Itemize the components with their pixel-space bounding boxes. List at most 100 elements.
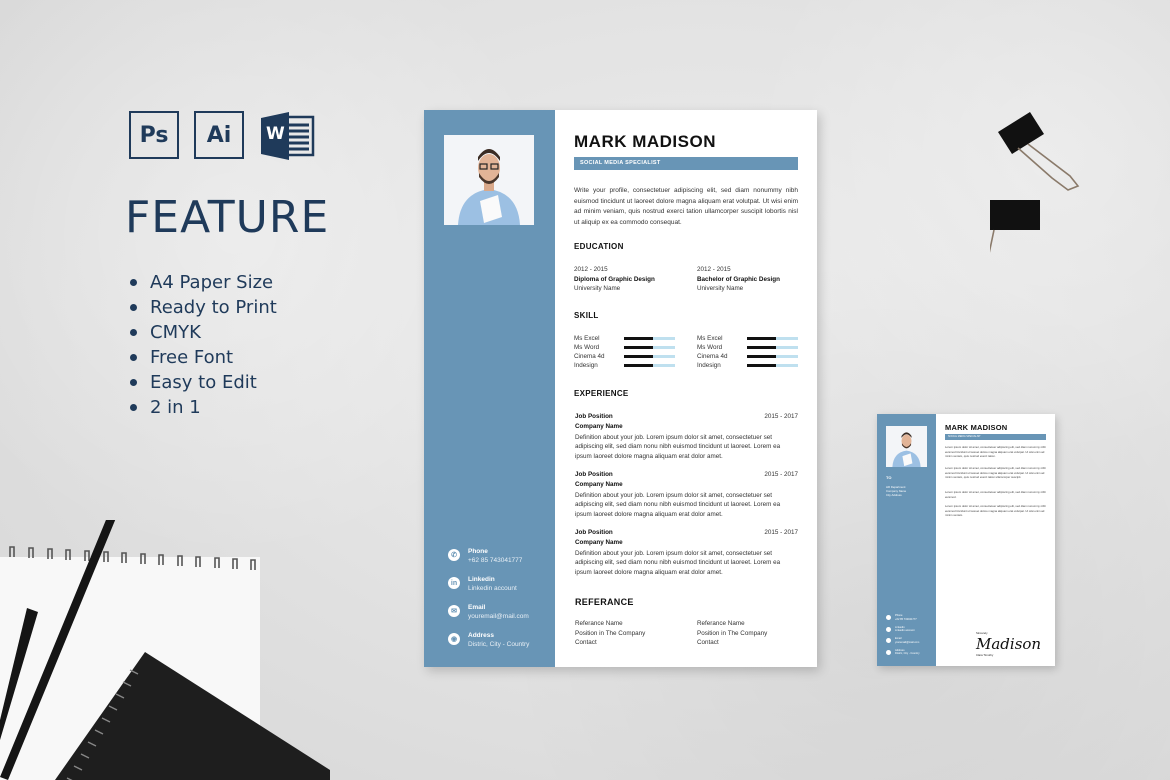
contact-phone: Phone +62 85 743041777 — [886, 612, 920, 624]
contact-email: ✉ Email youremail@mail.com — [448, 603, 529, 631]
experience-entry: Job Position 2015 - 2017 Company Name Def… — [575, 413, 798, 460]
feature-item: CMYK — [130, 320, 277, 345]
location-icon: ◉ — [448, 633, 460, 645]
experience-heading: EXPERIENCE — [574, 389, 629, 398]
resume-name: MARK MADISON — [574, 132, 716, 151]
skill-level-bar — [747, 363, 798, 367]
contact-linkedin: in Linkedin Linkedin account — [448, 575, 529, 603]
education-heading: EDUCATION — [574, 242, 624, 251]
resume-profile: Write your profile, consectetuer adipisc… — [574, 187, 798, 226]
experience-entry: Job Position 2015 - 2017 Company Name Def… — [575, 529, 798, 576]
skill-name: Ms Excel — [697, 335, 723, 342]
contact-phone: ✆ Phone +62 85 743041777 — [448, 547, 529, 575]
email-icon — [886, 638, 891, 644]
education-entry: 2012 - 2015 Diploma of Graphic Design Un… — [574, 266, 655, 292]
recipient-address: HR Department Company Name City Address — [886, 485, 907, 498]
skill-level-fill — [747, 354, 777, 358]
bullet-icon — [130, 404, 137, 411]
skill-row: Cinema 4d — [697, 352, 799, 361]
resume-main: MARK MADISON SOCIAL MEDIA SPECIALIST Wri… — [555, 110, 817, 667]
bullet-icon — [130, 354, 137, 361]
feature-item: Free Font — [130, 345, 277, 370]
reference-heading: REFERANCE — [575, 597, 634, 607]
feature-item: A4 Paper Size — [130, 270, 277, 295]
contact-email: Email youremail@mail.com — [886, 635, 920, 647]
skill-row: Ms Word — [697, 343, 799, 352]
skill-row: Ms Excel — [574, 334, 676, 343]
skill-level-fill — [747, 336, 777, 340]
bullet-icon — [130, 304, 137, 311]
linkedin-icon: in — [448, 577, 460, 589]
skill-row: Indesign — [574, 361, 676, 370]
reference-entry: Referance Name Position in The Company C… — [575, 620, 646, 646]
cover-letter-document: TO HR Department Company Name City Addre… — [877, 414, 1055, 666]
cover-paragraph: Lorem ipsum dolor sit amet, consectetuer… — [945, 445, 1046, 458]
linkedin-icon — [886, 626, 891, 632]
photoshop-icon: Ps — [129, 111, 179, 159]
phone-icon: ✆ — [448, 549, 460, 561]
feature-title: FEATURE — [125, 192, 330, 243]
binder-clip — [990, 200, 1040, 253]
app-icons: Ps Ai W — [129, 111, 315, 161]
phone-icon — [886, 615, 891, 621]
signature: Madison — [976, 635, 1042, 653]
skill-column: Ms Excel Ms Word Cinema 4d Indesign — [574, 334, 676, 370]
skill-name: Cinema 4d — [574, 353, 605, 360]
profile-photo — [886, 426, 927, 467]
location-icon — [886, 649, 891, 655]
to-label: TO — [886, 475, 892, 480]
skill-level-bar — [624, 336, 675, 340]
skill-level-fill — [624, 354, 654, 358]
skill-heading: SKILL — [574, 311, 599, 320]
skill-level-fill — [624, 345, 654, 349]
resume-document: ✆ Phone +62 85 743041777 in Linkedin Linke… — [424, 110, 817, 667]
contact-list: ✆ Phone +62 85 743041777 in Linkedin Linke… — [448, 547, 529, 659]
cover-role-banner: SOCIAL MEDIA SPECIALIST — [945, 434, 1046, 440]
skill-level-bar — [747, 345, 798, 349]
feature-item: Ready to Print — [130, 295, 277, 320]
skill-name: Ms Word — [697, 344, 723, 351]
resume-sidebar: ✆ Phone +62 85 743041777 in Linkedin Linke… — [424, 110, 555, 667]
skill-level-fill — [624, 363, 654, 367]
bullet-icon — [130, 379, 137, 386]
skill-row: Indesign — [697, 361, 799, 370]
word-icon: W — [259, 111, 315, 161]
feature-list: A4 Paper Size Ready to Print CMYK Free F… — [130, 270, 277, 420]
skill-row: Ms Excel — [697, 334, 799, 343]
skill-name: Indesign — [574, 362, 598, 369]
feature-item: 2 in 1 — [130, 395, 277, 420]
skill-level-bar — [747, 354, 798, 358]
cover-letter-main: MARK MADISON SOCIAL MEDIA SPECIALIST Lor… — [936, 414, 1055, 666]
email-icon: ✉ — [448, 605, 460, 617]
skill-row: Ms Word — [574, 343, 676, 352]
cover-contact-list: Phone +62 85 743041777 Linkedin Linkedin a… — [886, 612, 920, 658]
experience-entry: Job Position 2015 - 2017 Company Name Def… — [575, 471, 798, 518]
skill-level-bar — [624, 345, 675, 349]
skill-level-bar — [747, 336, 798, 340]
skill-column: Ms Excel Ms Word Cinema 4d Indesign — [697, 334, 799, 370]
skill-name: Cinema 4d — [697, 353, 728, 360]
resume-role-banner: SOCIAL MEDIA SPECIALIST — [574, 157, 798, 170]
skill-name: Ms Excel — [574, 335, 600, 342]
signature-block: Sincerely Madison Clara Timothy — [976, 631, 1042, 657]
skill-level-bar — [624, 363, 675, 367]
profile-photo — [444, 135, 534, 225]
binder-clip — [998, 112, 1080, 191]
bullet-icon — [130, 329, 137, 336]
binder-clips — [990, 112, 1080, 253]
cover-name: MARK MADISON — [945, 423, 1008, 432]
skill-level-bar — [624, 354, 675, 358]
reference-entry: Referance Name Position in The Company C… — [697, 620, 768, 646]
skill-row: Cinema 4d — [574, 352, 676, 361]
skill-level-fill — [624, 336, 654, 340]
illustrator-icon: Ai — [194, 111, 244, 159]
cover-paragraph: Lorem ipsum dolor sit amet, consectetuer… — [945, 504, 1046, 517]
contact-address: ◉ Address Distric, City - Country — [448, 631, 529, 659]
cover-paragraph: Lorem ipsum dolor sit amet, consectetuer… — [945, 466, 1046, 479]
skill-level-fill — [747, 363, 777, 367]
desk-props — [0, 520, 330, 780]
skill-name: Indesign — [697, 362, 721, 369]
feature-item: Easy to Edit — [130, 370, 277, 395]
skill-level-fill — [747, 345, 777, 349]
cover-letter-sidebar: TO HR Department Company Name City Addre… — [877, 414, 936, 666]
